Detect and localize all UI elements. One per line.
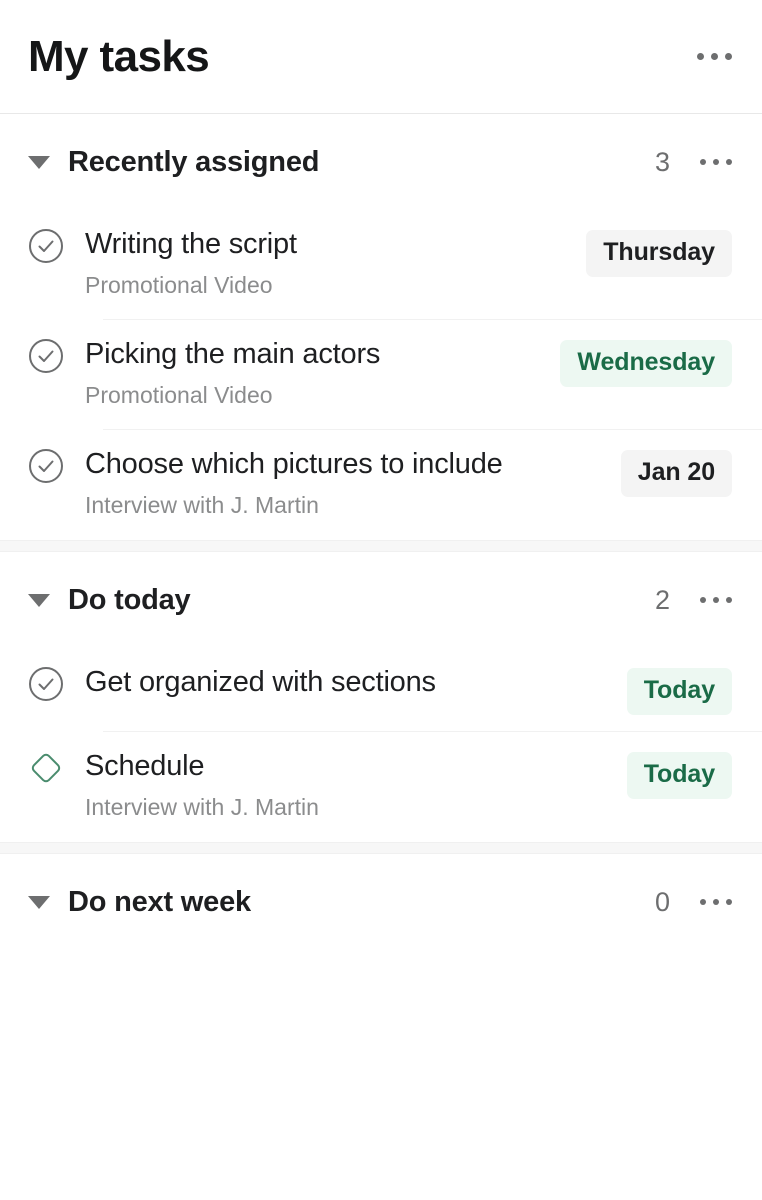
- task-text: Get organized with sections: [85, 648, 627, 700]
- circle-check-icon[interactable]: [28, 228, 64, 264]
- dot: [697, 53, 704, 60]
- task-title: Schedule: [85, 750, 205, 782]
- my-tasks-app: My tasks Recently assigned 3 Writing the…: [0, 0, 762, 1200]
- caret-down-icon[interactable]: [28, 895, 50, 909]
- dot: [713, 597, 719, 603]
- section-overflow-menu-ellipsis-icon[interactable]: [700, 899, 732, 905]
- task-due-date-chip[interactable]: Wednesday: [560, 340, 732, 387]
- task-due-date-chip[interactable]: Jan 20: [620, 450, 732, 497]
- dot: [726, 159, 732, 165]
- section-recently-assigned: Recently assigned 3 Writing the script P…: [0, 114, 762, 540]
- list-filler: [0, 950, 762, 1200]
- dot: [726, 899, 732, 905]
- page-overflow-menu-ellipsis-icon[interactable]: [697, 53, 732, 60]
- task-due-date-chip[interactable]: Today: [626, 752, 732, 799]
- dot: [700, 159, 706, 165]
- task-text: Choose which pictures to include Intervi…: [85, 430, 621, 521]
- task-row[interactable]: Picking the main actors Promotional Vide…: [0, 320, 762, 430]
- task-project: Promotional Video: [85, 382, 273, 409]
- dot: [713, 899, 719, 905]
- page-title: My tasks: [28, 31, 210, 81]
- section-task-count: 3: [654, 146, 670, 177]
- task-project: Interview with J. Martin: [85, 492, 319, 519]
- task-title: Writing the script: [85, 228, 297, 260]
- task-text: Schedule Interview with J. Martin: [85, 732, 627, 823]
- task-title: Picking the main actors: [85, 338, 381, 370]
- caret-down-icon[interactable]: [28, 155, 50, 169]
- dot: [711, 53, 718, 60]
- dot: [713, 159, 719, 165]
- section-overflow-menu-ellipsis-icon[interactable]: [700, 597, 732, 603]
- task-title: Get organized with sections: [85, 666, 436, 698]
- section-title: Recently assigned: [68, 145, 320, 178]
- section-separator-band: [0, 842, 762, 854]
- task-text: Picking the main actors Promotional Vide…: [85, 320, 560, 411]
- task-project: Promotional Video: [85, 272, 273, 299]
- section-do-next-week: Do next week 0: [0, 854, 762, 950]
- task-title: Choose which pictures to include: [85, 448, 503, 480]
- section-overflow-menu-ellipsis-icon[interactable]: [700, 159, 732, 165]
- task-project: Interview with J. Martin: [85, 794, 319, 821]
- section-separator-band: [0, 540, 762, 552]
- section-task-count: 0: [654, 886, 670, 917]
- circle-check-icon[interactable]: [28, 338, 64, 374]
- task-row[interactable]: Get organized with sections Today: [0, 648, 762, 732]
- dot: [700, 899, 706, 905]
- section-title: Do next week: [68, 885, 251, 918]
- task-text: Writing the script Promotional Video: [85, 210, 586, 301]
- task-list: Recently assigned 3 Writing the script P…: [0, 114, 762, 1200]
- dot: [700, 597, 706, 603]
- circle-check-icon[interactable]: [28, 666, 64, 702]
- dot: [725, 53, 732, 60]
- section-header[interactable]: Do today 2: [0, 552, 762, 648]
- section-header[interactable]: Do next week 0: [0, 854, 762, 950]
- task-row[interactable]: Schedule Interview with J. Martin Today: [0, 732, 762, 842]
- task-due-date-chip[interactable]: Today: [626, 668, 732, 715]
- page-header: My tasks: [0, 0, 762, 114]
- caret-down-icon[interactable]: [28, 593, 50, 607]
- section-do-today: Do today 2 Get organized with sections T…: [0, 552, 762, 842]
- dot: [726, 597, 732, 603]
- circle-check-icon[interactable]: [28, 448, 64, 484]
- section-title: Do today: [68, 583, 191, 616]
- milestone-diamond-icon[interactable]: [28, 750, 64, 786]
- section-task-count: 2: [654, 584, 670, 615]
- task-due-date-chip[interactable]: Thursday: [586, 230, 732, 277]
- section-header[interactable]: Recently assigned 3: [0, 114, 762, 210]
- task-row[interactable]: Choose which pictures to include Intervi…: [0, 430, 762, 540]
- task-row[interactable]: Writing the script Promotional Video Thu…: [0, 210, 762, 320]
